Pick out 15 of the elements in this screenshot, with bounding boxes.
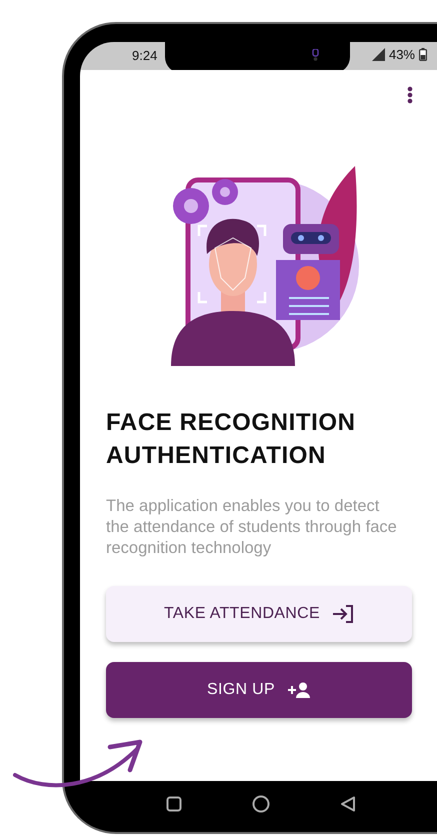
battery-icon: [419, 48, 427, 61]
more-options-icon[interactable]: [407, 86, 413, 104]
sign-up-button[interactable]: SIGN UP: [106, 662, 412, 718]
add-user-icon: [286, 682, 311, 698]
battery-percent: 43%: [388, 47, 415, 62]
login-icon: [332, 604, 354, 624]
recent-apps-icon[interactable]: [166, 796, 182, 812]
take-attendance-button[interactable]: TAKE ATTENDANCE: [106, 586, 412, 642]
home-icon[interactable]: [252, 795, 270, 813]
page-title: FACE RECOGNITION AUTHENTICATION: [106, 408, 357, 471]
description-text: The application enables you to detect the attendance of students through face recognition technology: [106, 496, 398, 559]
clock-time: 9:24: [132, 48, 158, 63]
back-icon[interactable]: [340, 796, 356, 812]
camera-icon: [312, 49, 319, 61]
signal-icon: [372, 48, 385, 61]
